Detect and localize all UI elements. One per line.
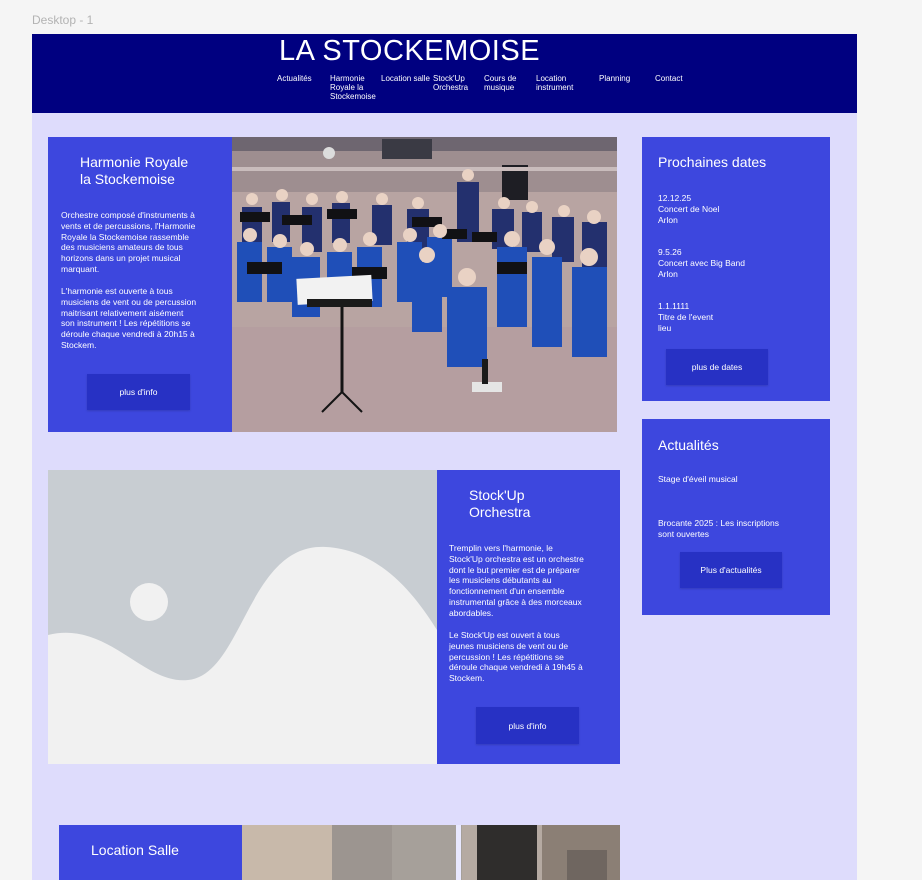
news-title: Actualités xyxy=(658,437,719,453)
nav-harmonie[interactable]: Harmonie Royale la Stockemoise xyxy=(330,74,376,101)
date-item-place: Arlon xyxy=(658,214,678,225)
harmonie-description: Orchestre composé d'instruments à vents … xyxy=(61,210,196,274)
nav-contact[interactable]: Contact xyxy=(655,74,683,83)
site-header: LA STOCKEMOISE Actualités Harmonie Royal… xyxy=(32,34,857,113)
news-item[interactable]: Brocante 2025 : Les inscriptions sont ou… xyxy=(658,518,779,540)
stockup-title: Stock'Up Orchestra xyxy=(469,487,531,520)
harmonie-rehearsal-info: L'harmonie est ouverte à tous musiciens … xyxy=(61,286,197,350)
date-item-place: Arlon xyxy=(658,268,678,279)
harmonie-card: Harmonie Royale la Stockemoise Orchestre… xyxy=(48,137,232,432)
nav-stockup[interactable]: Stock'Up Orchestra xyxy=(433,74,468,92)
date-item-place: lieu xyxy=(658,322,672,333)
news-item[interactable]: Stage d'éveil musical xyxy=(658,474,738,485)
stockup-more-info-button[interactable]: plus d'info xyxy=(476,707,579,744)
date-item-event: Concert de Noel xyxy=(658,203,720,214)
date-item: 9.5.26 Concert avec Big Band Arlon xyxy=(658,247,745,279)
stockup-description: Tremplin vers l'harmonie, le Stock'Up or… xyxy=(449,543,584,618)
orchestra-photo xyxy=(232,137,617,432)
nav-cours-musique[interactable]: Cours de musique xyxy=(484,74,516,92)
news-panel: Actualités Stage d'éveil musical Brocant… xyxy=(642,419,830,615)
hall-photo xyxy=(242,825,620,880)
nav-planning[interactable]: Planning xyxy=(599,74,630,83)
nav-actualites[interactable]: Actualités xyxy=(277,74,312,83)
location-salle-title: Location Salle xyxy=(91,842,179,858)
nav-location-instrument[interactable]: Location instrument xyxy=(536,74,573,92)
desktop-frame: LA STOCKEMOISE Actualités Harmonie Royal… xyxy=(32,34,857,880)
more-news-button[interactable]: Plus d'actualités xyxy=(680,552,782,588)
nav-location-salle[interactable]: Location salle xyxy=(381,74,430,83)
more-dates-button[interactable]: plus de dates xyxy=(666,349,768,385)
harmonie-title: Harmonie Royale la Stockemoise xyxy=(80,154,189,187)
date-item-date: 9.5.26 xyxy=(658,247,682,257)
image-placeholder-icon xyxy=(48,470,437,764)
frame-label: Desktop - 1 xyxy=(32,13,94,27)
location-salle-card: Location Salle xyxy=(59,825,242,880)
upcoming-dates-title: Prochaines dates xyxy=(658,154,767,170)
date-item: 12.12.25 Concert de Noel Arlon xyxy=(658,193,719,225)
site-title[interactable]: LA STOCKEMOISE xyxy=(32,34,787,68)
harmonie-more-info-button[interactable]: plus d'info xyxy=(87,374,190,410)
date-item-event: Concert avec Big Band xyxy=(658,257,745,268)
upcoming-dates-panel: Prochaines dates 12.12.25 Concert de Noe… xyxy=(642,137,830,401)
stockup-card: Stock'Up Orchestra Tremplin vers l'harmo… xyxy=(437,470,620,764)
date-item-date: 12.12.25 xyxy=(658,193,692,203)
date-item-date: 1.1.1111 xyxy=(658,301,690,311)
date-item: 1.1.1111 Titre de l'event lieu xyxy=(658,301,713,333)
stockup-rehearsal-info: Le Stock'Up est ouvert à tous jeunes mus… xyxy=(449,630,583,684)
date-item-event: Titre de l'event xyxy=(658,311,714,322)
